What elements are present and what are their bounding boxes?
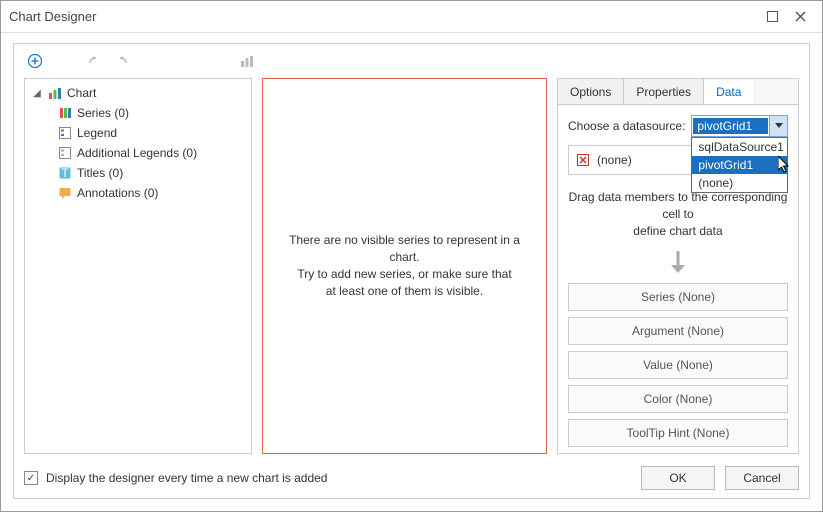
footer: ✓ Display the designer every time a new … <box>14 460 809 498</box>
annotations-icon <box>57 185 73 201</box>
drag-hint: Drag data members to the corresponding c… <box>568 189 788 239</box>
add-button[interactable] <box>22 48 48 74</box>
undo-button[interactable] <box>80 48 106 74</box>
delete-icon[interactable] <box>575 152 591 168</box>
toolbar <box>14 44 809 78</box>
legend-icon <box>57 125 73 141</box>
slot-argument[interactable]: Argument (None) <box>568 317 788 345</box>
content-panel: ◢ Chart Series (0) Legend Addition <box>13 43 810 499</box>
tabs: Options Properties Data <box>557 78 799 104</box>
tree-label: Series (0) <box>77 106 129 120</box>
redo-button[interactable] <box>110 48 136 74</box>
tree-label: Annotations (0) <box>77 186 158 200</box>
tree-label: Chart <box>67 86 96 100</box>
close-button[interactable] <box>786 5 814 29</box>
datasource-dropdown[interactable]: sqlDataSource1 pivotGrid1 (none) <box>691 137 788 193</box>
tree-node-additional-legends[interactable]: Additional Legends (0) <box>27 143 249 163</box>
preview-text: There are no visible series to represent… <box>275 232 534 266</box>
preview-text: Try to add new series, or make sure that <box>275 266 534 283</box>
chart-icon <box>47 85 63 101</box>
series-icon <box>57 105 73 121</box>
main-area: ◢ Chart Series (0) Legend Addition <box>14 78 809 460</box>
tab-options[interactable]: Options <box>558 79 624 104</box>
display-on-new-label: Display the designer every time a new ch… <box>46 471 327 485</box>
datasource-combo[interactable]: pivotGrid1 sqlDataSource1 pivotGrid1 (no… <box>691 115 788 137</box>
tree-node-titles[interactable]: T Titles (0) <box>27 163 249 183</box>
cancel-button[interactable]: Cancel <box>725 466 799 490</box>
slot-color[interactable]: Color (None) <box>568 385 788 413</box>
tree-node-annotations[interactable]: Annotations (0) <box>27 183 249 203</box>
tree-node-chart[interactable]: ◢ Chart <box>27 83 249 103</box>
tree-node-series[interactable]: Series (0) <box>27 103 249 123</box>
tree-panel[interactable]: ◢ Chart Series (0) Legend Addition <box>24 78 252 454</box>
titles-icon: T <box>57 165 73 181</box>
slot-tooltip[interactable]: ToolTip Hint (None) <box>568 419 788 447</box>
chart-preview: There are no visible series to represent… <box>262 78 547 454</box>
datasource-option[interactable]: (none) <box>692 174 787 192</box>
datasource-option[interactable]: pivotGrid1 <box>692 156 787 174</box>
chart-designer-window: Chart Designer <box>0 0 823 512</box>
tree-node-legend[interactable]: Legend <box>27 123 249 143</box>
preview-text: at least one of them is visible. <box>275 283 534 300</box>
data-tab-body: Choose a datasource: pivotGrid1 sqlDataS… <box>557 104 799 454</box>
right-panel: Options Properties Data Choose a datasou… <box>557 78 799 454</box>
tree-label: Additional Legends (0) <box>77 146 197 160</box>
dropdown-arrow-icon[interactable] <box>769 116 787 136</box>
series-none-label: (none) <box>597 153 632 167</box>
datasource-option[interactable]: sqlDataSource1 <box>692 138 787 156</box>
window-title: Chart Designer <box>9 9 758 24</box>
slot-value[interactable]: Value (None) <box>568 351 788 379</box>
ok-button[interactable]: OK <box>641 466 715 490</box>
additional-legends-icon <box>57 145 73 161</box>
datasource-label: Choose a datasource: <box>568 119 685 133</box>
tab-data[interactable]: Data <box>704 80 753 105</box>
svg-text:T: T <box>61 166 69 180</box>
maximize-button[interactable] <box>758 5 786 29</box>
tree-label: Titles (0) <box>77 166 123 180</box>
slot-series[interactable]: Series (None) <box>568 283 788 311</box>
collapse-icon[interactable]: ◢ <box>31 88 43 99</box>
chart-type-button[interactable] <box>234 48 260 74</box>
titlebar: Chart Designer <box>1 1 822 33</box>
datasource-selected: pivotGrid1 <box>693 118 768 134</box>
arrow-down-icon <box>668 249 688 275</box>
tab-properties[interactable]: Properties <box>624 79 704 104</box>
display-on-new-checkbox[interactable]: ✓ <box>24 471 38 485</box>
tree-label: Legend <box>77 126 117 140</box>
